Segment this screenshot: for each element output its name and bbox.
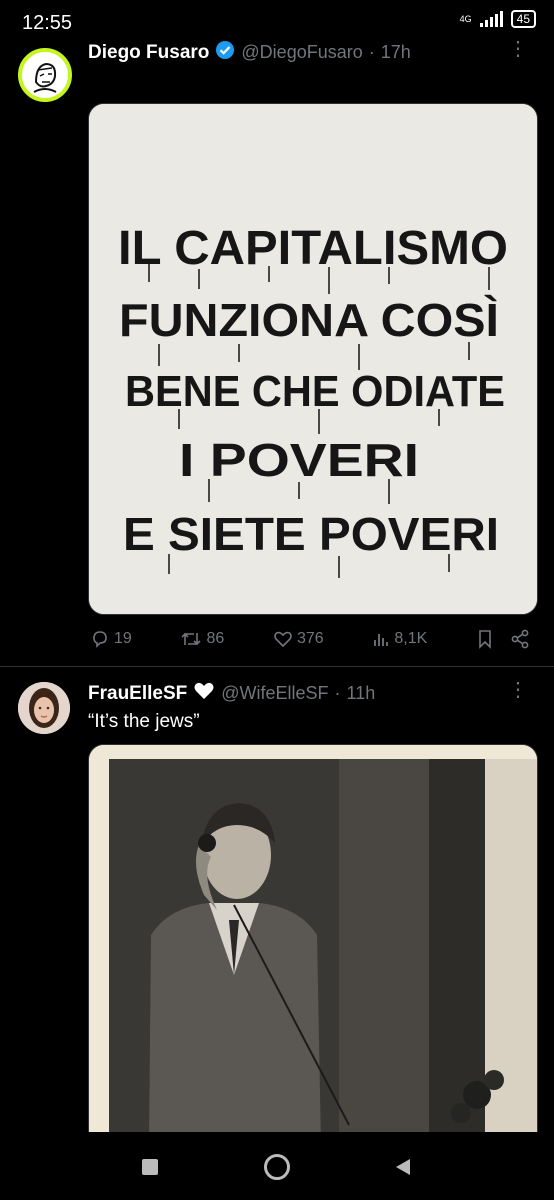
- more-options-icon[interactable]: ⋮: [508, 680, 528, 700]
- system-navigation-bar: [0, 1132, 554, 1200]
- display-name[interactable]: Diego Fusaro: [88, 42, 209, 64]
- tweet-actions: 19 86 376 8,1K: [90, 629, 530, 649]
- vintage-photo: [89, 745, 537, 1145]
- timestamp[interactable]: 17h: [381, 42, 411, 63]
- verified-badge-icon: [215, 40, 235, 65]
- home-button[interactable]: [264, 1154, 290, 1180]
- bookmark-icon[interactable]: [476, 629, 494, 649]
- graffiti-line-5: E SIETE POVERI: [123, 508, 499, 560]
- retweet-button[interactable]: 86: [180, 629, 224, 649]
- white-heart-icon: [193, 681, 215, 706]
- share-icon[interactable]: [510, 629, 530, 649]
- tweet-image[interactable]: IL CAPITALISMO FUNZIONA COSÌ BENE CHE OD…: [88, 103, 538, 615]
- tweet-header: Diego Fusaro @DiegoFusaro · 17h: [88, 40, 411, 65]
- more-options-icon[interactable]: ⋮: [508, 39, 528, 59]
- tweet-frauellesf[interactable]: FrauElleSF @WifeElleSF · 11h ⋮ “It’s the…: [0, 667, 554, 1146]
- reply-button[interactable]: 19: [90, 629, 132, 649]
- profile-photo-icon: [18, 682, 70, 734]
- reply-icon: [93, 631, 107, 648]
- back-button[interactable]: [394, 1157, 412, 1182]
- views-button[interactable]: 8,1K: [372, 630, 427, 648]
- avatar[interactable]: [18, 48, 72, 102]
- views-icon: [374, 634, 389, 646]
- like-button[interactable]: 376: [273, 629, 324, 649]
- retweet-count: 86: [206, 630, 225, 647]
- timestamp[interactable]: 11h: [347, 683, 376, 704]
- back-triangle-icon: [396, 1159, 410, 1175]
- avatar[interactable]: [18, 682, 70, 734]
- graffiti-line-4: I POVERI: [179, 434, 419, 486]
- heart-icon: [274, 631, 292, 648]
- retweet-icon: [181, 632, 202, 646]
- graffiti-line-2: FUNZIONA COSÌ: [119, 294, 499, 346]
- graffiti-line-3: BENE CHE ODIATE: [125, 367, 505, 416]
- tweet-diego-fusaro[interactable]: Diego Fusaro @DiegoFusaro · 17h ⋮ IL CAP…: [0, 0, 554, 666]
- graffiti-image: IL CAPITALISMO FUNZIONA COSÌ BENE CHE OD…: [89, 104, 537, 614]
- separator: ·: [368, 42, 375, 62]
- handle[interactable]: @WifeElleSF: [221, 683, 328, 704]
- handle[interactable]: @DiegoFusaro: [241, 42, 362, 63]
- tweet-header: FrauElleSF @WifeElleSF · 11h: [88, 681, 375, 706]
- like-count: 376: [296, 630, 324, 647]
- separator: ·: [334, 683, 341, 703]
- bookmark-button[interactable]: [476, 629, 530, 649]
- graffiti-line-1: IL CAPITALISMO: [118, 222, 508, 275]
- tweet-text: “It’s the jews”: [88, 711, 200, 732]
- reply-count: 19: [114, 630, 132, 647]
- recents-button[interactable]: [142, 1159, 158, 1175]
- portrait-sketch-icon: [33, 62, 57, 93]
- tweet-image[interactable]: [88, 744, 538, 1146]
- view-count: 8,1K: [394, 630, 428, 647]
- display-name[interactable]: FrauElleSF: [88, 683, 187, 705]
